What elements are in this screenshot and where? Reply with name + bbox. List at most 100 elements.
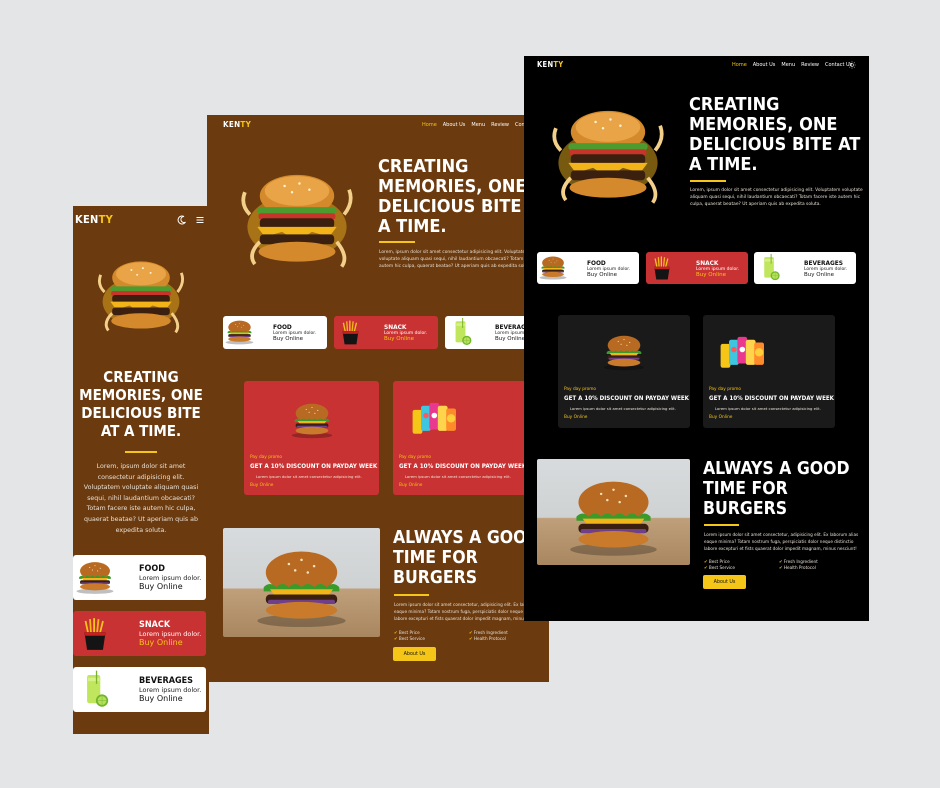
category-lorem: Lorem ipsum dolor. bbox=[139, 686, 202, 694]
hero-underline bbox=[690, 180, 726, 182]
nav-home[interactable]: Home bbox=[422, 122, 437, 128]
category-title: SNACK bbox=[696, 258, 719, 267]
nav-review[interactable]: Review bbox=[801, 62, 819, 68]
burger-thumb bbox=[225, 320, 254, 345]
feature-item: Fresh Ingredient bbox=[779, 559, 854, 564]
desktop-dark-mockup: KENTY Home About Us Menu Review Contact … bbox=[524, 56, 869, 621]
moon-icon[interactable] bbox=[177, 215, 187, 225]
buy-online-link[interactable]: Buy Online bbox=[139, 694, 201, 703]
top-nav: Home About Us Menu Review Contact Us bbox=[732, 62, 852, 68]
buy-online-link[interactable]: Buy Online bbox=[273, 336, 316, 342]
promo-burger-image bbox=[603, 335, 645, 371]
feature-item: Best Service bbox=[704, 565, 779, 570]
promo-buy-link[interactable]: Buy Online bbox=[399, 483, 422, 488]
hero-title: CREATING MEMORIES, ONE DELICIOUS BITE AT… bbox=[79, 368, 203, 440]
category-card-beverages[interactable]: BEVERAGES Lorem ipsum dolor. Buy Online bbox=[754, 252, 856, 284]
promo-buy-link[interactable]: Buy Online bbox=[250, 483, 273, 488]
drink-thumb bbox=[86, 669, 109, 707]
about-burger-photo bbox=[537, 459, 690, 565]
burger-thumb bbox=[539, 256, 567, 280]
promo-card-drinks[interactable]: Pay day promo GET A 10% DISCOUNT ON PAYD… bbox=[703, 315, 835, 428]
category-lorem: Lorem ipsum dolor. bbox=[139, 574, 202, 582]
mobile-mockup: KENTY CREATING MEMORIES, ONE DELICIOUS B… bbox=[73, 206, 209, 734]
category-lorem: Lorem ipsum dolor. bbox=[139, 630, 202, 638]
burger-thumb bbox=[76, 561, 114, 594]
promo-card-burger[interactable]: Pay day promo GET A 10% DISCOUNT ON PAYD… bbox=[558, 315, 690, 428]
promo-text: Lorem ipsum dolor sit amet consectetur a… bbox=[256, 474, 362, 479]
feature-item: Health Protocol bbox=[779, 565, 854, 570]
about-underline bbox=[704, 524, 739, 526]
category-title: BEVERAGES bbox=[804, 258, 844, 267]
category-card-snack[interactable]: SNACK Lorem ipsum dolor. Buy Online bbox=[646, 252, 748, 284]
feature-item: Best Price bbox=[704, 559, 779, 564]
brand-logo[interactable]: KENTY bbox=[75, 213, 113, 226]
promo-card-burger[interactable]: Pay day promo GET A 10% DISCOUNT ON PAYD… bbox=[244, 381, 379, 495]
about-title: ALWAYS A GOOD TIME FOR BURGERS bbox=[703, 459, 850, 519]
feature-item: Best Price bbox=[394, 630, 469, 635]
category-card-food[interactable]: FOOD Lorem ipsum dolor. Buy Online bbox=[537, 252, 639, 284]
promo-label: Pay day promo bbox=[250, 455, 283, 460]
category-title: BEVERAGES bbox=[139, 676, 194, 686]
about-text: Lorem ipsum dolor sit amet consectetur, … bbox=[704, 532, 859, 551]
hero-burger-image bbox=[97, 259, 185, 334]
drink-thumb bbox=[764, 253, 780, 281]
drink-thumb bbox=[455, 317, 472, 346]
buy-online-link[interactable]: Buy Online bbox=[804, 272, 847, 278]
promo-label: Pay day promo bbox=[564, 387, 597, 392]
category-title: FOOD bbox=[139, 564, 166, 574]
promo-buy-link[interactable]: Buy Online bbox=[564, 415, 587, 420]
hero-underline bbox=[379, 241, 415, 243]
about-features: Best Price Fresh Ingredient Best Service… bbox=[394, 630, 544, 641]
promo-card-drinks[interactable]: Pay day promo GET A 10% DISCOUNT ON PAYD… bbox=[393, 381, 528, 495]
category-lorem: Lorem ipsum dolor. bbox=[804, 266, 848, 272]
buy-online-link[interactable]: Buy Online bbox=[384, 336, 427, 342]
promo-cans-image bbox=[720, 336, 764, 368]
about-features: Best Price Fresh Ingredient Best Service… bbox=[704, 559, 854, 570]
category-card-food[interactable]: FOOD Lorem ipsum dolor. Buy Online bbox=[73, 555, 206, 600]
sun-icon[interactable] bbox=[848, 61, 856, 69]
promo-burger-image bbox=[291, 403, 333, 439]
promo-text: Lorem ipsum dolor sit amet consectetur a… bbox=[715, 406, 821, 411]
feature-item: Health Protocol bbox=[469, 636, 544, 641]
promo-label: Pay day promo bbox=[399, 455, 432, 460]
burger-photo-image bbox=[257, 551, 346, 628]
category-card-snack[interactable]: SNACK Lorem ipsum dolor. Buy Online bbox=[73, 611, 206, 656]
nav-review[interactable]: Review bbox=[491, 122, 509, 128]
fries-thumb bbox=[84, 617, 106, 650]
buy-online-link[interactable]: Buy Online bbox=[587, 272, 630, 278]
category-title: FOOD bbox=[273, 323, 292, 331]
nav-about[interactable]: About Us bbox=[753, 62, 776, 68]
buy-online-link[interactable]: Buy Online bbox=[139, 638, 201, 647]
about-us-button[interactable]: About Us bbox=[703, 575, 746, 589]
nav-menu[interactable]: Menu bbox=[781, 62, 795, 68]
tablet-mockup: KENTY Home About Us Menu Review Contact … bbox=[207, 115, 549, 682]
promo-title: GET A 10% DISCOUNT ON PAYDAY WEEK bbox=[399, 463, 527, 470]
brand-logo[interactable]: KENTY bbox=[223, 120, 251, 129]
promo-buy-link[interactable]: Buy Online bbox=[709, 415, 732, 420]
hero-burger-image bbox=[241, 172, 353, 269]
category-card-snack[interactable]: SNACK Lorem ipsum dolor. Buy Online bbox=[334, 316, 438, 349]
category-title: FOOD bbox=[587, 258, 606, 267]
category-lorem: Lorem ipsum dolor. bbox=[696, 266, 740, 272]
category-card-food[interactable]: FOOD Lorem ipsum dolor. Buy Online bbox=[223, 316, 327, 349]
promo-text: Lorem ipsum dolor sit amet consectetur a… bbox=[570, 406, 676, 411]
nav-about[interactable]: About Us bbox=[443, 122, 466, 128]
about-burger-photo bbox=[223, 528, 380, 637]
hamburger-icon[interactable] bbox=[195, 215, 205, 225]
category-title: SNACK bbox=[384, 323, 407, 331]
hero-burger-image bbox=[552, 108, 664, 205]
category-card-beverages[interactable]: BEVERAGES Lorem ipsum dolor. Buy Online bbox=[73, 667, 206, 712]
category-title: SNACK bbox=[139, 620, 171, 630]
hero-underline bbox=[125, 451, 157, 453]
brand-logo[interactable]: KENTY bbox=[537, 60, 563, 69]
nav-home[interactable]: Home bbox=[732, 62, 747, 68]
buy-online-link[interactable]: Buy Online bbox=[139, 582, 201, 591]
buy-online-link[interactable]: Buy Online bbox=[696, 272, 739, 278]
about-us-button[interactable]: About Us bbox=[393, 647, 436, 661]
hero-text: Lorem, ipsum dolor sit amet consectetur … bbox=[690, 188, 863, 207]
fries-thumb bbox=[654, 256, 670, 280]
nav-menu[interactable]: Menu bbox=[471, 122, 485, 128]
promo-title: GET A 10% DISCOUNT ON PAYDAY WEEK bbox=[709, 395, 834, 402]
hero-title: CREATING MEMORIES, ONE DELICIOUS BITE AT… bbox=[689, 94, 861, 175]
promo-text: Lorem ipsum dolor sit amet consectetur a… bbox=[405, 474, 511, 479]
